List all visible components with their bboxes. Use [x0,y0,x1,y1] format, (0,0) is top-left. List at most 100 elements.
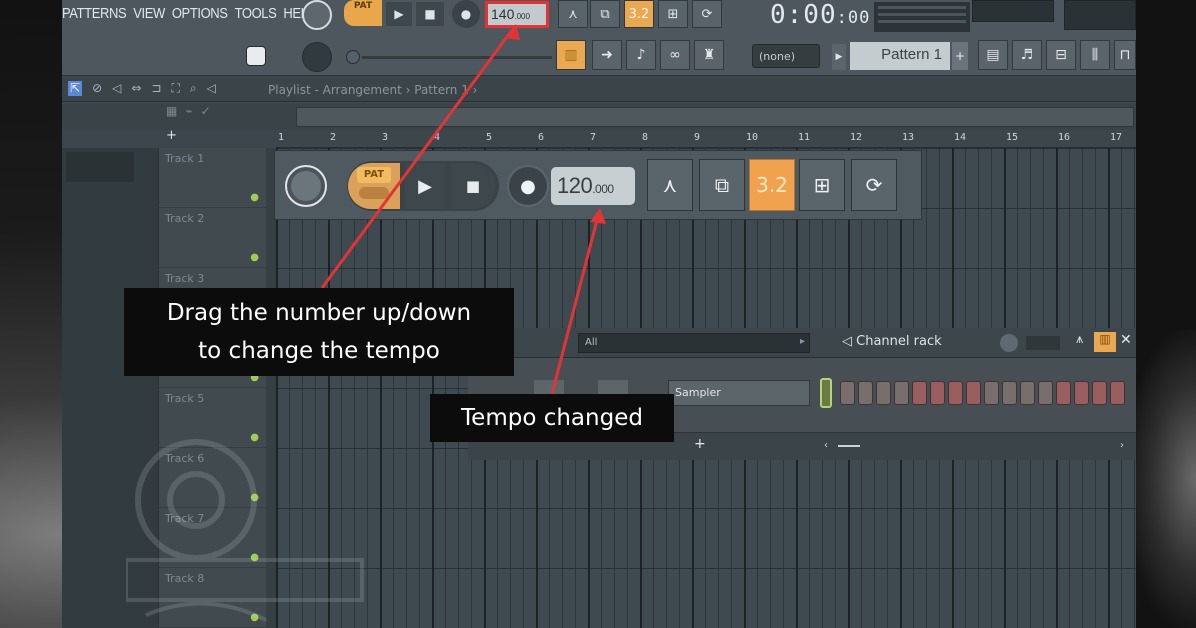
step-button[interactable] [984,381,999,405]
swing-slider[interactable] [1026,336,1060,350]
step-button[interactable] [966,381,981,405]
blend-notes-button[interactable]: ⊞ [658,0,688,28]
zoomed-blend-button[interactable]: ⊞ [799,159,845,211]
step-button[interactable] [930,381,945,405]
add-channel-button[interactable]: + [694,436,706,452]
step-button[interactable] [840,381,855,405]
step-button[interactable] [894,381,909,405]
slider-handle-icon[interactable] [346,50,360,64]
playlist-view-button[interactable]: ▤ [978,40,1008,70]
pattern-selector[interactable]: Pattern 1 [850,42,950,70]
step-button[interactable] [1002,381,1017,405]
snap-piano-button[interactable]: ▥ [556,40,586,70]
zoomed-countdown-button[interactable]: 3.2 [749,159,795,211]
close-icon[interactable]: ✕ [1120,332,1132,348]
slip-tool-icon[interactable]: ⇔ [131,81,141,96]
zoomed-record-button[interactable]: ● [507,165,549,207]
next-arrow-button[interactable]: ➜ [592,40,622,70]
scroll-left-icon[interactable]: ‹ [824,440,828,451]
step-button[interactable] [858,381,873,405]
track-header[interactable]: Track 2 ● [159,208,267,268]
step-button[interactable] [1056,381,1071,405]
loop-record-button[interactable]: ⟳ [692,0,722,28]
browser-toggle-icon[interactable] [246,46,266,66]
callout-line-2: to change the tempo [198,338,440,364]
menu-view[interactable]: VIEW [133,4,165,25]
main-volume-knob[interactable] [302,0,332,30]
track-enabled-icon[interactable]: ● [250,192,259,203]
scroll-right-icon[interactable]: › [1120,440,1124,451]
plus-icon: + [954,49,966,63]
wait-input-button[interactable]: ⧉ [590,0,620,28]
play-button[interactable]: ▶ [386,2,412,26]
zoom-icon[interactable]: ⌕ [190,81,197,96]
channel-filter-dropdown[interactable]: All [578,333,810,353]
step-button[interactable] [1038,381,1053,405]
record-button[interactable]: ● [452,0,480,28]
ruler-bar-number: 4 [434,132,441,143]
step-button[interactable] [1110,381,1125,405]
menu-options[interactable]: OPTIONS [172,4,228,25]
zoomed-play-button[interactable]: ▶ [405,163,445,209]
piano-roll-view-button[interactable]: ♬ [1012,40,1042,70]
select-tool-icon[interactable]: ⇱ [68,81,83,96]
channel-rack-view-button[interactable]: ⊟ [1046,40,1076,70]
step-button[interactable] [1074,381,1089,405]
speaker-icon[interactable]: ◁ [112,81,121,96]
master-volume-slider[interactable] [362,56,552,59]
stamp-button[interactable]: ♜ [694,40,724,70]
preset-dropdown[interactable]: (none) [752,44,820,68]
drag-instruction-callout: Drag the number up/down to change the te… [124,288,514,376]
piano-icon: ▥ [564,47,578,63]
draw-icon[interactable]: ⌁ [185,104,192,118]
track-header[interactable]: Track 1 ● [159,148,267,208]
move-icon[interactable]: ✓ [201,104,211,118]
song-position-display[interactable]: 0:00:00 [770,0,870,30]
channel-select-led[interactable] [820,378,832,408]
step-button[interactable] [1092,381,1107,405]
horizontal-scrollbar[interactable] [296,107,1134,127]
link-button[interactable]: ∞ [660,40,690,70]
add-track-button[interactable]: + [166,128,177,143]
track-enabled-icon[interactable]: ● [250,252,259,263]
slice-tool-icon[interactable]: ⊐ [151,81,161,96]
zoomed-volume-knob[interactable] [285,165,327,207]
mute-tool-icon[interactable]: ⊘ [92,81,102,96]
grid-toggle-icon[interactable]: ▦ [166,104,177,118]
countdown-button[interactable]: 3.2 [624,0,654,28]
select-area-icon[interactable]: ⛶ [171,81,179,96]
step-button[interactable] [1020,381,1035,405]
browser-item[interactable] [66,152,134,182]
graph-editor-icon[interactable]: ⩚ [1076,332,1083,347]
step-button[interactable] [876,381,891,405]
metronome-button[interactable]: ⋏ [558,0,588,28]
piano-roll-toggle-icon[interactable]: ▥ [1094,332,1116,352]
zoomed-pat-song-toggle[interactable]: PAT [348,163,400,209]
step-button[interactable] [912,381,927,405]
pattern-prev-button[interactable]: ▶ [832,44,846,70]
zoomed-tempo-field[interactable]: 120.000 [551,167,635,205]
menu-patterns[interactable]: PATTERNS [62,4,127,25]
scroll-thumb[interactable] [838,445,860,447]
master-pitch-knob[interactable] [302,42,332,72]
zoomed-loop-record-button[interactable]: ⟳ [851,159,897,211]
add-pattern-button[interactable]: + [952,42,968,70]
pencil-tool-button[interactable]: ♪ [626,40,656,70]
pat-song-toggle[interactable]: PAT [344,0,382,26]
timeline-ruler[interactable]: 1 2 3 4 5 6 7 8 9 10 11 12 13 14 15 16 17 [276,130,1136,148]
step-button[interactable] [948,381,963,405]
channel-button-sampler[interactable]: Sampler [668,380,810,406]
plugin-view-button[interactable]: ⊓ [1114,40,1136,70]
playback-icon[interactable]: ◁ [207,81,216,96]
tempo-field[interactable]: 140.000 [485,1,549,28]
preset-label: (none) [759,50,796,63]
zoomed-wait-button[interactable]: ⧉ [699,159,745,211]
zoomed-stop-button[interactable]: ■ [451,163,495,209]
swing-knob-icon[interactable] [1000,334,1018,352]
menu-tools[interactable]: TOOLS [235,4,277,25]
stop-button[interactable]: ■ [416,2,444,26]
ruler-bar-number: 15 [1006,132,1019,143]
zoomed-metronome-button[interactable]: ⋏ [647,159,693,211]
mixer-view-button[interactable]: ⫼ [1080,40,1110,70]
channel-rack-scrollbar[interactable]: ‹ › [824,440,1124,452]
